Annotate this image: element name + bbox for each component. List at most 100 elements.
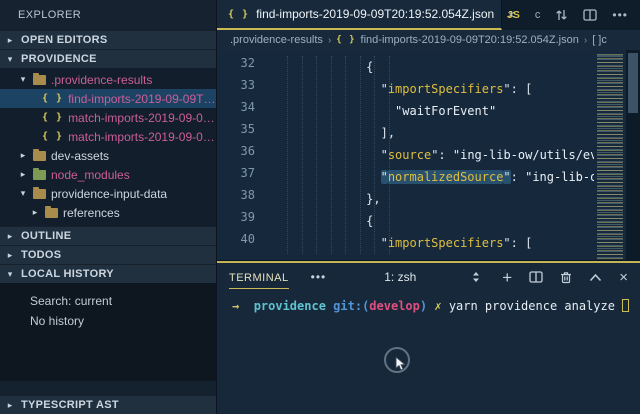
code-line: "importSpecifiers": [ <box>265 232 594 254</box>
code-editor[interactable]: 323334353637383940 { "importSpecifiers":… <box>217 50 640 260</box>
code-content: { "importSpecifiers": [ "waitForEvent" ]… <box>265 50 594 260</box>
line-number: 33 <box>217 78 265 100</box>
section-todos[interactable]: ▸ TODOS <box>0 245 216 264</box>
tree-item-label: match-imports-2019-09-09T... <box>68 111 216 125</box>
indent-guide <box>360 56 361 254</box>
tree-item-label: match-imports-2019-09-09T... <box>68 130 216 144</box>
section-label: TYPESCRIPT AST <box>21 399 119 411</box>
tree-item[interactable]: ▾ .providence-results <box>0 70 216 89</box>
terminal-prompt-line: → providence git:(develop) ✗ yarn provid… <box>217 291 640 314</box>
section-outline[interactable]: ▸ OUTLINE <box>0 226 216 245</box>
file-tree: ▾.providence-results{ }find-imports-2019… <box>0 68 216 226</box>
more-actions-icon[interactable]: ••• <box>612 8 628 22</box>
json-file-icon: { } <box>42 112 63 123</box>
indent-guide <box>316 56 317 254</box>
section-label: PROVIDENCE <box>21 53 97 65</box>
section-open-editors[interactable]: ▸ OPEN EDITORS <box>0 30 216 49</box>
tree-item[interactable]: ▸ node_modules <box>0 165 216 184</box>
chevron-down-icon: ▾ <box>18 74 28 85</box>
section-typescript-ast[interactable]: ▸ TYPESCRIPT AST <box>0 395 216 414</box>
indent-guide <box>345 56 346 254</box>
split-editor-icon[interactable] <box>583 9 597 21</box>
tab-terminal[interactable]: TERMINAL <box>229 266 289 289</box>
breadcrumb-separator-icon: › <box>328 35 331 46</box>
line-number: 40 <box>217 232 265 254</box>
tree-item[interactable]: { }find-imports-2019-09-09T20... <box>0 89 216 108</box>
explorer-title: EXPLORER <box>0 0 216 30</box>
code-line: "importSpecifiers": [ <box>265 78 594 100</box>
scrollbar-thumb[interactable] <box>628 53 638 113</box>
code-line: "source": "ing-lib-ow/utils/eve <box>265 144 594 166</box>
line-number: 35 <box>217 122 265 144</box>
tree-item[interactable]: { } match-imports-2019-09-09T... <box>0 127 216 146</box>
tree-item[interactable]: ▸ references <box>0 203 216 222</box>
tree-item-label: node_modules <box>51 168 130 182</box>
chevron-right-icon: ▸ <box>5 400 15 411</box>
section-local-history[interactable]: ▾ LOCAL HISTORY <box>0 264 216 283</box>
local-history-content: Search: current No history <box>0 283 216 381</box>
chevron-down-icon: ▾ <box>5 269 15 280</box>
new-terminal-icon[interactable]: + <box>502 269 512 286</box>
minimap[interactable] <box>594 50 626 260</box>
split-terminal-icon[interactable] <box>529 271 543 283</box>
tab-title: find-imports-2019-09-09T20:19:52.054Z.js… <box>256 7 494 21</box>
local-history-search[interactable]: Search: current <box>0 291 216 311</box>
terminal-header: TERMINAL ••• 1: zsh + <box>217 263 640 291</box>
tab-bar: { } find-imports-2019-09-09T20:19:52.054… <box>217 0 640 30</box>
code-line: { <box>265 56 594 78</box>
close-panel-icon[interactable]: × <box>619 270 628 285</box>
folder-icon <box>33 170 46 180</box>
json-file-icon: { } <box>336 35 355 45</box>
tree-item-label: .providence-results <box>51 73 152 87</box>
tree-item-label: references <box>63 206 120 220</box>
c-badge[interactable]: c <box>535 9 541 21</box>
editor-scrollbar[interactable] <box>626 50 640 260</box>
kill-terminal-icon[interactable] <box>560 271 572 284</box>
section-label: OUTLINE <box>21 230 71 242</box>
tree-item-label: find-imports-2019-09-09T20... <box>68 92 216 106</box>
chevron-right-icon: ▸ <box>5 35 15 46</box>
line-number: 36 <box>217 144 265 166</box>
code-line: }, <box>265 188 594 210</box>
terminal-cursor <box>622 299 629 312</box>
js-language-badge[interactable]: JS <box>507 9 520 21</box>
breadcrumb-separator-icon: › <box>584 35 587 46</box>
sync-icon[interactable] <box>555 8 568 22</box>
folder-icon <box>33 151 46 161</box>
breadcrumb-item[interactable]: .providence-results <box>230 34 323 46</box>
select-arrows-icon <box>472 271 480 283</box>
panel-more-icon[interactable]: ••• <box>311 270 327 284</box>
chevron-right-icon: ▸ <box>18 169 28 180</box>
panel-action-icons: + × <box>502 269 628 286</box>
code-line: { <box>265 210 594 232</box>
section-label: OPEN EDITORS <box>21 34 108 46</box>
shell-select[interactable]: 1: zsh <box>384 270 480 284</box>
explorer-sidebar: EXPLORER ▸ OPEN EDITORS ▾ PROVIDENCE ▾ .p… <box>0 0 217 414</box>
line-number: 34 <box>217 100 265 122</box>
section-providence[interactable]: ▾ PROVIDENCE <box>0 49 216 68</box>
tree-item[interactable]: ▾providence-input-data <box>0 184 216 203</box>
editor-actions: JS c ••• <box>507 0 640 30</box>
tree-item-label: providence-input-data <box>51 187 167 201</box>
chevron-right-icon: ▸ <box>18 150 28 161</box>
indent-guide <box>302 56 303 254</box>
tree-item[interactable]: { } match-imports-2019-09-09T... <box>0 108 216 127</box>
line-number: 38 <box>217 188 265 210</box>
tree-item-label: dev-assets <box>51 149 109 163</box>
line-number-gutter: 323334353637383940 <box>217 50 265 260</box>
breadcrumb-item[interactable]: find-imports-2019-09-09T20:19:52.054Z.js… <box>361 34 579 46</box>
breadcrumb-item[interactable]: [ ]c <box>592 34 607 46</box>
indent-guide <box>374 56 375 254</box>
editor-area: { } find-imports-2019-09-09T20:19:52.054… <box>217 0 640 414</box>
tree-item[interactable]: ▸ dev-assets <box>0 146 216 165</box>
tab-find-imports-json[interactable]: { } find-imports-2019-09-09T20:19:52.054… <box>217 0 502 30</box>
folder-icon <box>33 189 46 199</box>
json-file-icon: { } <box>42 131 63 142</box>
folder-icon <box>33 75 46 85</box>
chevron-down-icon: ▾ <box>5 54 15 65</box>
chevron-right-icon: ▸ <box>5 250 15 261</box>
chevron-right-icon: ▸ <box>5 231 15 242</box>
maximize-panel-icon[interactable] <box>589 273 602 282</box>
chevron-right-icon: ▸ <box>30 207 40 218</box>
code-line: ], <box>265 122 594 144</box>
